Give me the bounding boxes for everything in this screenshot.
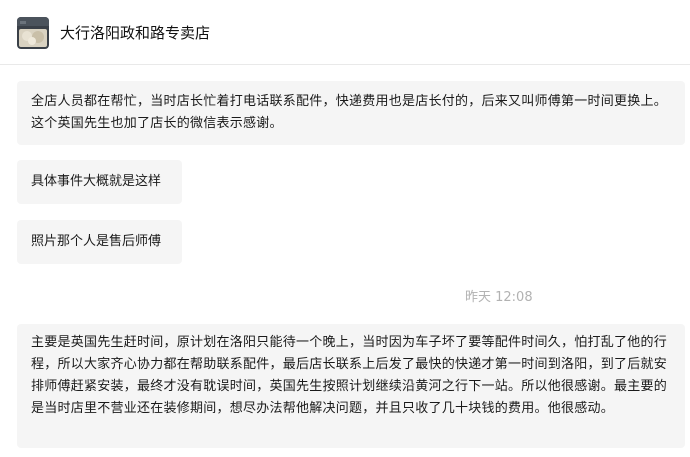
message-text: 主要是英国先生赶时间，原计划在洛阳只能待一个晚上，当时因为车子坏了要等配件时间久… — [31, 335, 668, 416]
chat-title: 大行洛阳政和路专卖店 — [60, 24, 211, 42]
store-avatar-icon[interactable] — [17, 17, 49, 49]
message-timestamp: 昨天 12:08 — [465, 290, 533, 305]
message-text: 照片那个人是售后师傅 — [31, 234, 162, 249]
message-bubble[interactable]: 具体事件大概就是这样 — [17, 160, 182, 204]
message-bubble[interactable]: 照片那个人是售后师傅 — [17, 220, 182, 264]
message-bubble[interactable]: 主要是英国先生赶时间，原计划在洛阳只能待一个晚上，当时因为车子坏了要等配件时间久… — [17, 324, 685, 448]
chat-header: 大行洛阳政和路专卖店 — [0, 0, 690, 65]
message-bubble[interactable]: 全店人员都在帮忙，当时店长忙着打电话联系配件，快递费用也是店长付的，后来又叫师傅… — [17, 81, 685, 145]
message-text: 具体事件大概就是这样 — [31, 174, 162, 189]
message-text: 全店人员都在帮忙，当时店长忙着打电话联系配件，快递费用也是店长付的，后来又叫师傅… — [31, 94, 668, 131]
